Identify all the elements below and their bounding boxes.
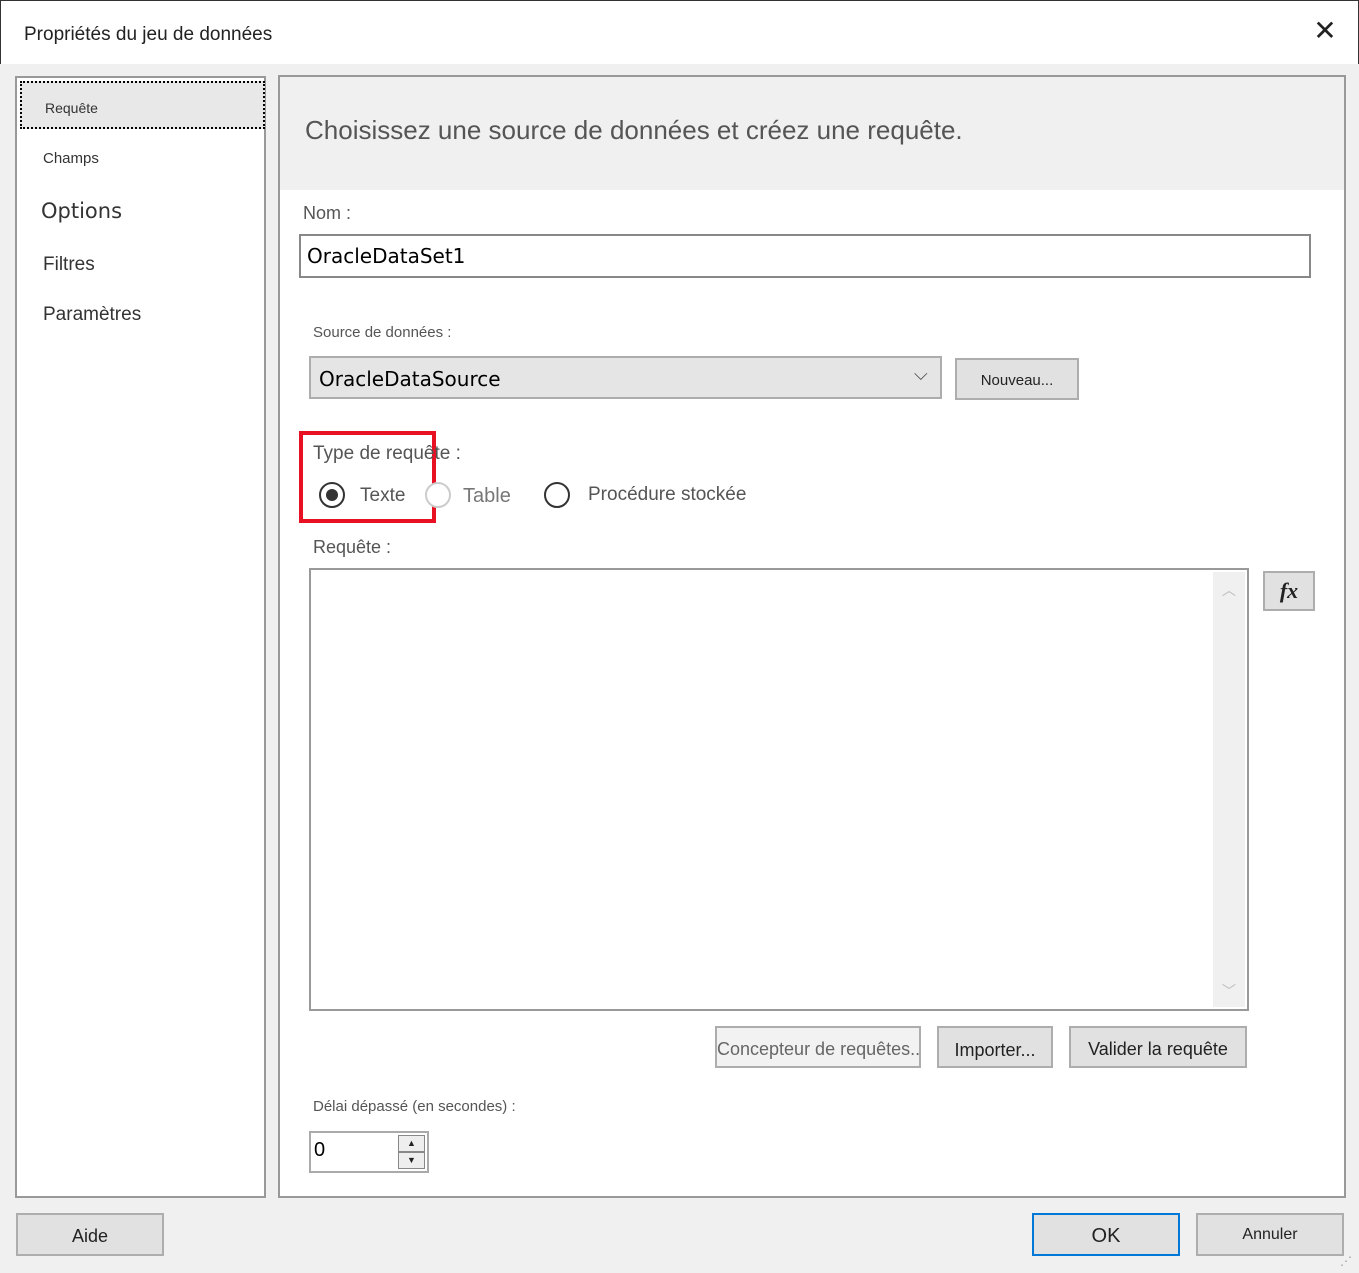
- query-textarea[interactable]: ︿ ﹀: [309, 568, 1249, 1011]
- timeout-stepper[interactable]: 0 ▲ ▼: [309, 1131, 429, 1173]
- import-button[interactable]: Importer...: [937, 1026, 1053, 1068]
- dialog-title: Propriétés du jeu de données: [24, 24, 273, 45]
- scrollbar[interactable]: ︿ ﹀: [1213, 572, 1245, 1007]
- increment-icon[interactable]: ▲: [398, 1135, 425, 1152]
- decrement-icon[interactable]: ▼: [398, 1152, 425, 1169]
- scroll-up-icon[interactable]: ︿: [1213, 580, 1245, 600]
- page-title: Choisissez une source de données et crée…: [305, 115, 963, 145]
- datasource-label: Source de données :: [313, 324, 452, 341]
- sidebar-item-filtres[interactable]: Filtres: [43, 254, 95, 276]
- radio-procedure-label: Procédure stockée: [588, 484, 747, 505]
- resize-grip-icon[interactable]: ⋰: [1340, 1254, 1352, 1268]
- radio-table-label: Table: [463, 485, 511, 507]
- expression-button[interactable]: fx: [1263, 571, 1315, 611]
- query-type-label: Type de requête :: [313, 443, 461, 464]
- radio-texte[interactable]: [319, 482, 345, 508]
- name-label: Nom :: [303, 203, 352, 223]
- datasource-select[interactable]: OracleDataSource ⌵: [309, 356, 942, 399]
- chevron-down-icon: ⌵: [914, 364, 928, 384]
- name-input[interactable]: OracleDataSet1: [299, 234, 1311, 278]
- sidebar-item-requete[interactable]: Requête: [20, 81, 265, 129]
- close-icon[interactable]: ✕: [1310, 16, 1340, 46]
- radio-texte-label: Texte: [360, 485, 406, 506]
- datasource-value: OracleDataSource: [319, 367, 501, 391]
- sidebar-item-parametres[interactable]: Paramètres: [43, 304, 141, 326]
- query-designer-button[interactable]: Concepteur de requêtes...: [715, 1026, 921, 1068]
- radio-procedure[interactable]: [544, 482, 570, 508]
- main-panel: Choisissez une source de données et crée…: [278, 75, 1346, 1198]
- sidebar: Requête Champs Options Filtres Paramètre…: [15, 76, 266, 1198]
- new-datasource-button[interactable]: Nouveau...: [955, 358, 1079, 400]
- validate-query-button[interactable]: Valider la requête: [1069, 1026, 1247, 1068]
- timeout-label: Délai dépassé (en secondes) :: [313, 1098, 516, 1115]
- sidebar-item-options[interactable]: Options: [41, 199, 122, 223]
- scroll-down-icon[interactable]: ﹀: [1213, 981, 1245, 1001]
- help-button[interactable]: Aide: [16, 1213, 164, 1256]
- radio-table: [425, 482, 451, 508]
- sidebar-item-champs[interactable]: Champs: [43, 150, 99, 167]
- ok-button[interactable]: OK: [1032, 1213, 1180, 1256]
- timeout-value: 0: [314, 1139, 326, 1161]
- cancel-button[interactable]: Annuler: [1196, 1213, 1344, 1256]
- query-label: Requête :: [313, 537, 392, 557]
